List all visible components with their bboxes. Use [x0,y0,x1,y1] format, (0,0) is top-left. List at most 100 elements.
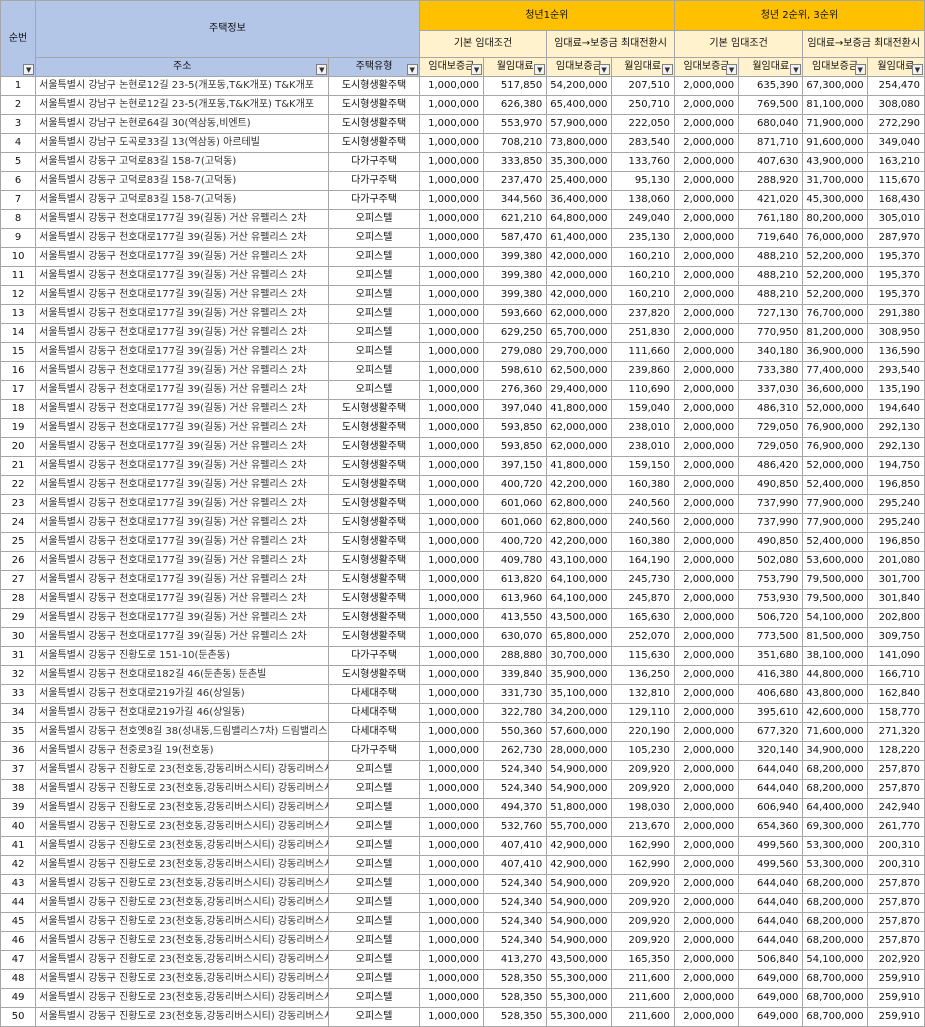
rent-cell[interactable]: 344,560 [483,190,548,210]
deposit-cell[interactable]: 2,000,000 [673,912,740,932]
converted-deposit-cell[interactable]: 42,000,000 [546,266,612,286]
deposit-cell[interactable]: 2,000,000 [673,323,740,343]
converted-deposit-cell[interactable]: 54,900,000 [546,912,612,932]
converted-deposit-cell[interactable]: 54,200,000 [546,76,612,96]
housing-type-cell[interactable]: 오피스텔 [328,285,420,305]
deposit-cell[interactable]: 2,000,000 [673,513,740,533]
seq-cell[interactable]: 39 [0,798,37,818]
rent-cell[interactable]: 773,500 [738,627,804,647]
filter-dropdown-icon[interactable]: ▼ [534,64,546,75]
seq-cell[interactable]: 37 [0,760,37,780]
converted-deposit-cell[interactable]: 45,300,000 [802,190,868,210]
seq-cell[interactable]: 38 [0,779,37,799]
deposit-cell[interactable]: 1,000,000 [418,684,485,704]
seq-cell[interactable]: 1 [0,76,37,96]
rent-cell[interactable]: 524,340 [483,779,548,799]
deposit-cell[interactable]: 2,000,000 [673,817,740,837]
rent-cell[interactable]: 399,380 [483,266,548,286]
rent-cell[interactable]: 276,360 [483,380,548,400]
deposit-cell[interactable]: 1,000,000 [418,969,485,989]
converted-deposit-cell[interactable]: 68,700,000 [802,988,868,1008]
converted-deposit-cell[interactable]: 76,900,000 [802,418,868,438]
rent-cell[interactable]: 288,920 [738,171,804,191]
converted-rent-cell[interactable]: 257,870 [866,874,925,894]
converted-rent-cell[interactable]: 159,150 [610,456,675,476]
rent-cell[interactable]: 528,350 [483,988,548,1008]
seq-cell[interactable]: 11 [0,266,37,286]
deposit-cell[interactable]: 1,000,000 [418,532,485,552]
converted-rent-cell[interactable]: 166,710 [866,665,925,685]
converted-rent-cell[interactable]: 301,840 [866,589,925,609]
address-cell[interactable]: 서울특별시 강동구 천호대로177길 39(길동) 거산 유펠리스 2차 [35,285,330,305]
address-cell[interactable]: 서울특별시 강동구 천호대로177길 39(길동) 거산 유펠리스 2차 [35,228,330,248]
converted-deposit-cell[interactable]: 62,800,000 [546,494,612,514]
deposit-cell[interactable]: 1,000,000 [418,665,485,685]
converted-deposit-cell[interactable]: 62,500,000 [546,361,612,381]
converted-rent-cell[interactable]: 257,870 [866,779,925,799]
converted-rent-cell[interactable]: 200,310 [866,855,925,875]
deposit-cell[interactable]: 1,000,000 [418,874,485,894]
converted-rent-cell[interactable]: 271,320 [866,722,925,742]
deposit-cell[interactable]: 1,000,000 [418,95,485,115]
converted-deposit-cell[interactable]: 52,000,000 [802,399,868,419]
converted-deposit-cell[interactable]: 57,600,000 [546,722,612,742]
housing-type-cell[interactable]: 도시형생활주택 [328,475,420,495]
address-cell[interactable]: 서울특별시 강동구 천호대로177길 39(길동) 거산 유펠리스 2차 [35,475,330,495]
rent-header[interactable]: 월임대료 ▼ [738,57,804,77]
address-cell[interactable]: 서울특별시 강동구 진황도로 23(천호동,강동리버스시티) 강동리버스시티 [35,988,330,1008]
converted-deposit-cell[interactable]: 34,900,000 [802,741,868,761]
deposit-cell[interactable]: 1,000,000 [418,646,485,666]
converted-deposit-cell[interactable]: 52,200,000 [802,266,868,286]
converted-rent-cell[interactable]: 245,730 [610,570,675,590]
deposit-cell[interactable]: 1,000,000 [418,931,485,951]
rent-cell[interactable]: 416,380 [738,665,804,685]
converted-deposit-cell[interactable]: 43,800,000 [802,684,868,704]
converted-rent-cell[interactable]: 292,130 [866,418,925,438]
filter-dropdown-icon[interactable]: ▼ [406,64,418,75]
deposit-cell[interactable]: 1,000,000 [418,798,485,818]
deposit-cell[interactable]: 2,000,000 [673,418,740,438]
deposit-cell[interactable]: 1,000,000 [418,437,485,457]
converted-deposit-cell[interactable]: 64,100,000 [546,570,612,590]
deposit-cell[interactable]: 1,000,000 [418,608,485,628]
rent-cell[interactable]: 524,340 [483,931,548,951]
converted-deposit-cell[interactable]: 64,400,000 [802,798,868,818]
converted-rent-cell[interactable]: 252,070 [610,627,675,647]
converted-rent-cell[interactable]: 168,430 [866,190,925,210]
deposit-cell[interactable]: 2,000,000 [673,551,740,571]
housing-type-cell[interactable]: 오피스텔 [328,874,420,894]
converted-rent-cell[interactable]: 105,230 [610,741,675,761]
converted-deposit-cell[interactable]: 68,200,000 [802,874,868,894]
converted-rent-cell[interactable]: 162,840 [866,684,925,704]
rent-cell[interactable]: 488,210 [738,247,804,267]
housing-type-cell[interactable]: 다세대주택 [328,703,420,723]
converted-deposit-cell[interactable]: 55,300,000 [546,988,612,1008]
converted-deposit-cell[interactable]: 65,800,000 [546,627,612,647]
converted-deposit-cell[interactable]: 42,900,000 [546,836,612,856]
rent-cell[interactable]: 649,000 [738,988,804,1008]
converted-deposit-cell[interactable]: 25,400,000 [546,171,612,191]
rent-cell[interactable]: 400,720 [483,475,548,495]
converted-rent-cell[interactable]: 235,130 [610,228,675,248]
housing-type-cell[interactable]: 오피스텔 [328,247,420,267]
address-cell[interactable]: 서울특별시 강동구 천호대로177길 39(길동) 거산 유펠리스 2차 [35,608,330,628]
address-cell[interactable]: 서울특별시 강동구 고덕로83길 158-7(고덕동) [35,152,330,172]
housing-type-cell[interactable]: 다세대주택 [328,684,420,704]
seq-cell[interactable]: 19 [0,418,37,438]
rent-cell[interactable]: 753,790 [738,570,804,590]
converted-rent-cell[interactable]: 141,090 [866,646,925,666]
converted-deposit-cell[interactable]: 61,400,000 [546,228,612,248]
rent-cell[interactable]: 397,040 [483,399,548,419]
address-cell[interactable]: 서울특별시 강동구 천호대로182길 46(둔촌동) 둔촌빌 [35,665,330,685]
converted-rent-cell[interactable]: 158,770 [866,703,925,723]
seq-cell[interactable]: 49 [0,988,37,1008]
converted-deposit-cell[interactable]: 54,100,000 [802,950,868,970]
seq-cell[interactable]: 25 [0,532,37,552]
converted-rent-cell[interactable]: 207,510 [610,76,675,96]
seq-cell[interactable]: 33 [0,684,37,704]
housing-type-header[interactable]: 주택유형 ▼ [328,57,420,77]
address-cell[interactable]: 서울특별시 강동구 진황도로 23(천호동,강동리버스시티) 강동리버스시티 [35,836,330,856]
deposit-cell[interactable]: 2,000,000 [673,114,740,134]
deposit-cell[interactable]: 1,000,000 [418,912,485,932]
rent-cell[interactable]: 677,320 [738,722,804,742]
